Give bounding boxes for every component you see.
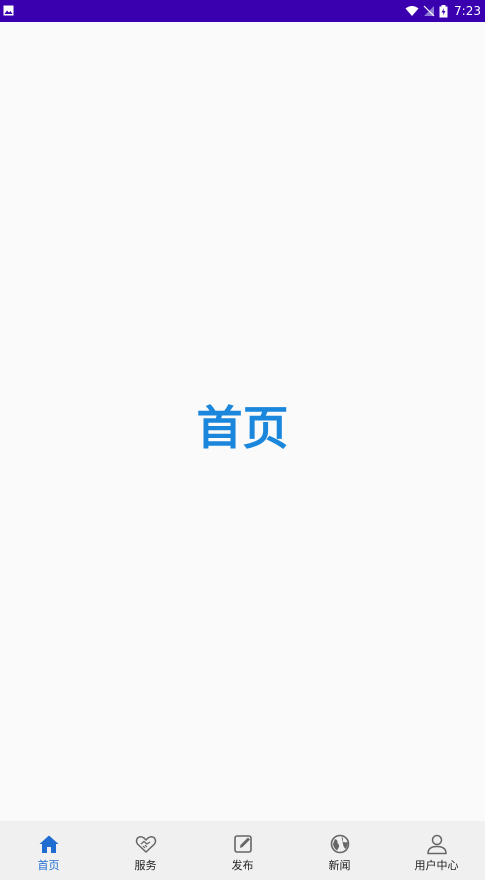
- handshake-icon: [135, 836, 156, 854]
- tab-user-center-label: 用户中心: [414, 859, 459, 872]
- bottom-tab-bar: 首页 服务 发布 新闻 用户中心: [0, 821, 485, 880]
- status-time: 7:23: [454, 4, 481, 18]
- user-icon: [426, 834, 447, 855]
- tab-publish-label: 发布: [231, 859, 254, 872]
- tab-news-label: 新闻: [328, 859, 351, 872]
- tab-home[interactable]: 首页: [0, 821, 97, 880]
- image-notification-icon: [3, 5, 14, 16]
- tab-service[interactable]: 服务: [97, 821, 194, 880]
- status-icons: 7:23: [405, 0, 481, 22]
- tab-publish[interactable]: 发布: [194, 821, 291, 880]
- tab-service-label: 服务: [134, 859, 157, 872]
- tab-news[interactable]: 新闻: [291, 821, 388, 880]
- tab-home-label: 首页: [37, 859, 60, 872]
- edit-icon: [233, 835, 252, 853]
- wifi-icon: [405, 6, 419, 16]
- page-title: 首页: [196, 401, 289, 455]
- globe-icon: [330, 834, 349, 854]
- main-content: 首页: [0, 22, 485, 821]
- no-signal-icon: [423, 5, 435, 17]
- battery-charging-icon: [439, 4, 448, 17]
- tab-user-center[interactable]: 用户中心: [388, 821, 485, 880]
- status-bar: 7:23: [0, 0, 485, 22]
- home-icon: [39, 835, 58, 853]
